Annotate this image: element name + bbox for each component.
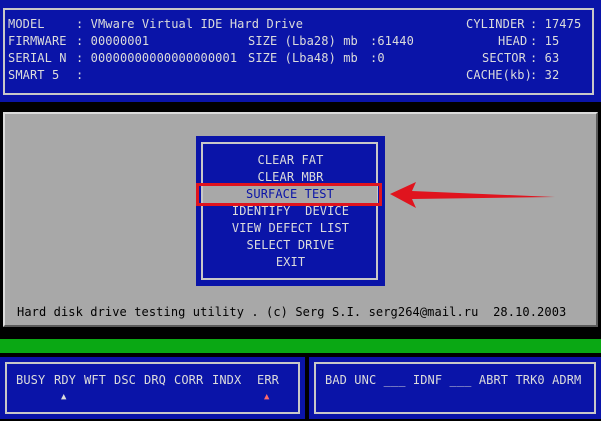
- model-label: MODEL: [8, 17, 45, 31]
- serial-label: SERIAL N: [8, 51, 67, 65]
- copyright-footer: Hard disk drive testing utility . (c) Se…: [17, 305, 567, 319]
- flag-err: ERR: [257, 373, 279, 387]
- menu-item-select-drive[interactable]: SELECT DRIVE: [196, 237, 385, 254]
- drive-info-panel: MODEL : VMware Virtual IDE Hard Drive FI…: [0, 0, 601, 102]
- progress-bar: [0, 339, 601, 353]
- menu-item-view-defect-list[interactable]: VIEW DEFECT LIST: [196, 220, 385, 237]
- err-indicator-icon: ▲: [264, 392, 270, 402]
- smart-label: SMART 5: [8, 68, 60, 82]
- smart-value: :: [76, 68, 84, 82]
- firmware-value: : 00000001: [76, 34, 150, 48]
- sector-value: : 63: [530, 51, 560, 65]
- menu-item-exit[interactable]: EXIT: [196, 254, 385, 271]
- menu-item-clear-fat[interactable]: CLEAR FAT: [196, 152, 385, 169]
- size28-value: :61440: [370, 34, 414, 48]
- cache-label: CACHE(kb): [466, 68, 532, 82]
- flag-wft: WFT: [84, 373, 106, 387]
- cylinder-value: : 17475: [530, 17, 582, 31]
- firmware-label: FIRMWARE: [8, 34, 67, 48]
- flag-busy: BUSY: [16, 373, 46, 387]
- flag-drq: DRQ: [144, 373, 166, 387]
- rdy-indicator-icon: ▲: [61, 392, 67, 402]
- cache-value: : 32: [530, 68, 560, 82]
- flag-corr: CORR: [174, 373, 204, 387]
- error-flags: BAD UNC ___ IDNF ___ ABRT TRK0 ADRM: [325, 373, 582, 387]
- flag-rdy: RDY: [54, 373, 76, 387]
- red-arrow-icon: [390, 182, 555, 208]
- head-label: HEAD: [498, 34, 528, 48]
- size28-label: SIZE (Lba28) mb: [248, 34, 358, 48]
- status-register-panel: BUSY RDY WFT DSC DRQ CORR INDX ERR ▲ ▲: [0, 357, 305, 419]
- sector-label: SECTOR: [482, 51, 526, 65]
- flag-indx: INDX: [212, 373, 242, 387]
- model-value: : VMware Virtual IDE Hard Drive: [76, 17, 304, 31]
- error-register-panel: BAD UNC ___ IDNF ___ ABRT TRK0 ADRM: [309, 357, 601, 419]
- head-value: : 15: [530, 34, 560, 48]
- flag-dsc: DSC: [114, 373, 136, 387]
- serial-value: : 00000000000000000001: [76, 51, 238, 65]
- annotation-highlight-box: [196, 183, 382, 206]
- cylinder-label: CYLINDER: [466, 17, 525, 31]
- main-menu: CLEAR FAT CLEAR MBR IDENTIFY DEVICE VIEW…: [196, 136, 385, 286]
- size48-value: :0: [370, 51, 385, 65]
- size48-label: SIZE (Lba48) mb: [248, 51, 358, 65]
